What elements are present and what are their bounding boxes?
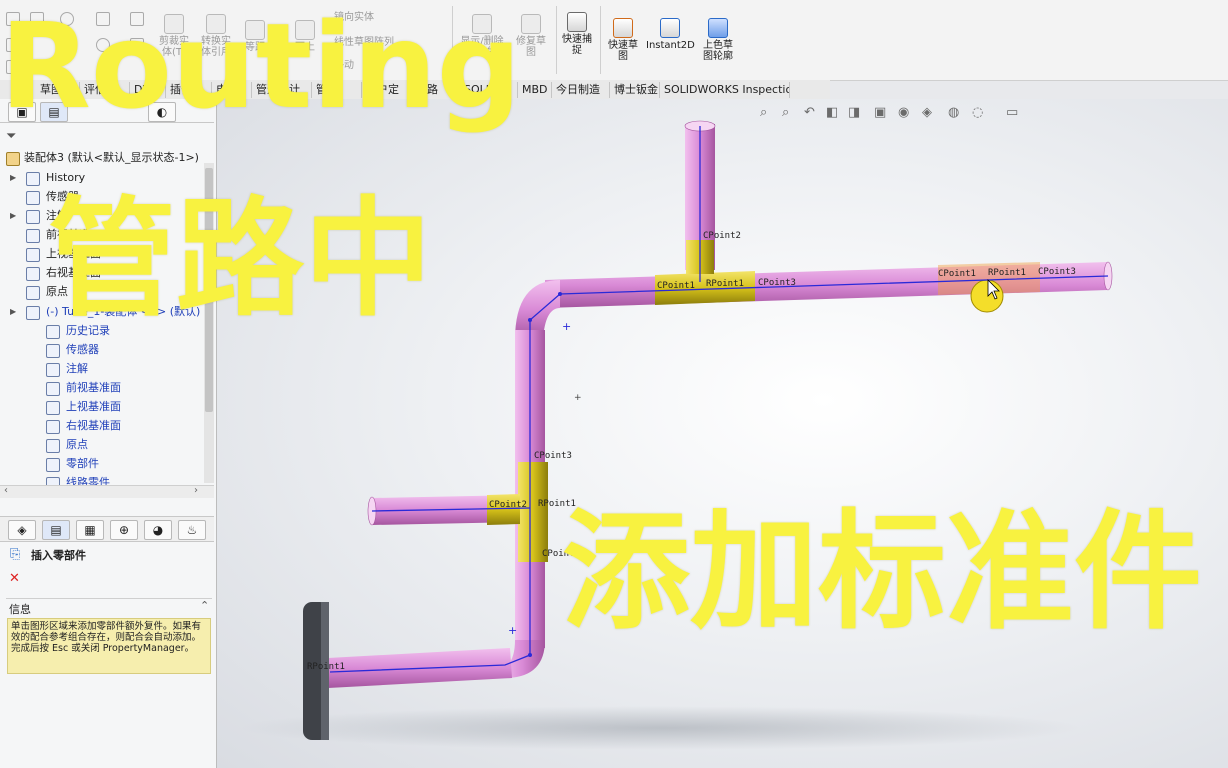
overlay-title-en: Routing	[0, 0, 522, 135]
route-plus-marker: +	[562, 320, 571, 333]
connection-point-label[interactable]: RPoint1	[706, 279, 744, 289]
floor-shadow	[240, 706, 1080, 750]
route-plus-marker: +	[508, 624, 517, 637]
connection-point-label[interactable]: CPoint1	[938, 269, 976, 279]
route-point[interactable]	[528, 653, 532, 657]
route-point[interactable]	[558, 292, 562, 296]
connection-point-label[interactable]: RPoint1	[988, 268, 1026, 278]
connection-point-label[interactable]: RPoint1	[307, 662, 345, 672]
connection-point-label[interactable]: CPoint2	[703, 231, 741, 241]
fitting-preview-handle[interactable]	[970, 279, 1004, 313]
connection-point-label[interactable]: CPoint2	[489, 500, 527, 510]
route-point[interactable]	[528, 318, 532, 322]
overlay-title-cn: 管路中	[48, 185, 433, 334]
connection-point-label[interactable]: CPoint1	[657, 281, 695, 291]
tee-fitting-lower[interactable]	[518, 462, 548, 562]
connection-point-label[interactable]: CPoint3	[758, 278, 796, 288]
connection-point-label[interactable]: CPoint3	[1038, 267, 1076, 277]
overlay-subtitle-cn: 添加标准件	[562, 498, 1203, 647]
connection-point-label[interactable]: CPoint3	[534, 451, 572, 461]
route-dim-marker: +	[574, 393, 582, 403]
